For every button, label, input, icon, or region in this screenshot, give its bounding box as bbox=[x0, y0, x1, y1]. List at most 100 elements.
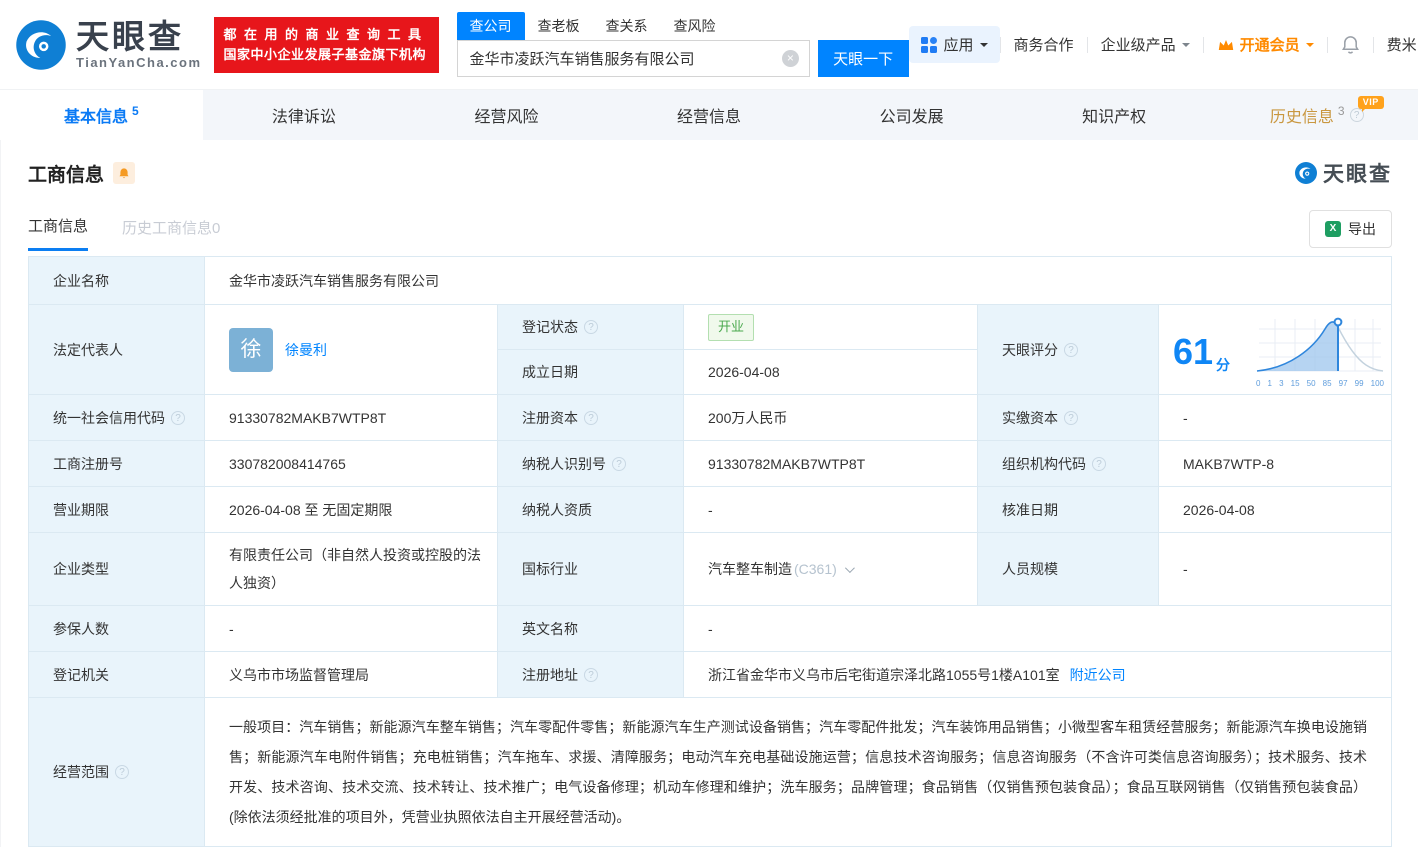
tab-operation-risk[interactable]: 经营风险 bbox=[405, 90, 608, 140]
help-icon[interactable]: ? bbox=[1092, 456, 1106, 471]
subtab-business-info[interactable]: 工商信息 bbox=[28, 215, 89, 251]
business-scope-value: 一般项目：汽车销售；新能源汽车整车销售；汽车零配件零售；新能源汽车生产测试设备销… bbox=[229, 719, 1367, 825]
field-label: 英文名称 bbox=[498, 606, 684, 651]
table-row: 企业名称 金华市凌跃汽车销售服务有限公司 bbox=[29, 257, 1391, 305]
menu-apps-label: 应用 bbox=[943, 37, 974, 54]
promo-line2: 国家中小企业发展子基金旗下机构 bbox=[223, 46, 427, 62]
subtab-history-business-info[interactable]: 历史工商信息0 bbox=[122, 217, 220, 250]
company-nav-tabs: 基本信息 5 法律诉讼 经营风险 经营信息 公司发展 知识产权 VIP 历史信息 3… bbox=[0, 90, 1418, 140]
tab-company-development[interactable]: 公司发展 bbox=[810, 90, 1013, 140]
search-area: 查公司 查老板 查关系 查风险 × 天眼一下 bbox=[456, 12, 909, 77]
chevron-down-icon[interactable] bbox=[844, 562, 855, 573]
tianyancha-logo[interactable]: 天眼查 TianYanCha.com bbox=[14, 18, 202, 72]
tab-operation-info[interactable]: 经营信息 bbox=[608, 90, 811, 140]
tianyancha-swirl-icon bbox=[16, 19, 66, 70]
chevron-down-icon bbox=[1181, 42, 1190, 51]
tab-history-info[interactable]: VIP 历史信息 3 ? bbox=[1215, 90, 1418, 140]
table-row: 企业类型 有限责任公司（非自然人投资或控股的法人独资） 国标行业 汽车整车制造(… bbox=[29, 533, 1391, 606]
score-cell: 61 分 0 1 3 15 50 85 97 99 100 bbox=[1159, 305, 1391, 394]
staff-size-value: - bbox=[1183, 561, 1188, 577]
legal-rep-link[interactable]: 徐曼利 bbox=[285, 339, 327, 361]
business-term-value: 2026-04-08 至 无固定期限 bbox=[205, 487, 498, 532]
help-icon[interactable]: ? bbox=[612, 456, 626, 471]
field-label: 企业名称 bbox=[29, 257, 205, 304]
field-label: 核准日期 bbox=[978, 487, 1159, 532]
status-badge: 开业 bbox=[708, 313, 755, 341]
org-code-value: MAKB7WTP-8 bbox=[1183, 455, 1275, 472]
table-row: 统一社会信用代码? 91330782MAKB7WTP8T 注册资本? 200万人… bbox=[29, 395, 1391, 441]
field-label: 经营范围? bbox=[29, 698, 205, 846]
taxpayer-quality-value: - bbox=[684, 487, 978, 532]
help-icon[interactable]: ? bbox=[115, 765, 129, 779]
table-row: 参保人数 - 英文名称 - bbox=[29, 606, 1391, 652]
search-tab-boss[interactable]: 查老板 bbox=[525, 12, 593, 40]
field-label: 企业类型 bbox=[29, 533, 205, 605]
field-label: 登记状态? bbox=[498, 305, 684, 349]
legal-rep-cell: 徐 徐曼利 bbox=[205, 305, 498, 394]
field-label: 登记机关 bbox=[29, 652, 205, 697]
field-label: 法定代表人 bbox=[29, 305, 205, 394]
chevron-down-icon bbox=[1305, 42, 1314, 51]
help-icon[interactable]: ? bbox=[584, 410, 598, 425]
search-tab-company[interactable]: 查公司 bbox=[456, 12, 525, 40]
search-button[interactable]: 天眼一下 bbox=[817, 40, 909, 77]
search-tab-relation[interactable]: 查关系 bbox=[593, 12, 661, 40]
help-icon[interactable]: ? bbox=[1064, 342, 1078, 357]
field-label: 注册资本? bbox=[498, 395, 684, 440]
field-label: 纳税人资质 bbox=[498, 487, 684, 532]
apps-grid-icon bbox=[920, 36, 937, 53]
vip-badge: VIP bbox=[1357, 96, 1384, 112]
field-label: 成立日期 bbox=[498, 350, 684, 394]
table-row: 法定代表人 徐 徐曼利 登记状态? 开业 成立日期 2026-04-08 天眼评… bbox=[29, 305, 1391, 395]
help-icon[interactable]: ? bbox=[171, 410, 185, 425]
logo-subtitle: TianYanCha.com bbox=[76, 54, 202, 70]
english-name-value: - bbox=[708, 620, 713, 637]
tab-legal-proceedings[interactable]: 法律诉讼 bbox=[203, 90, 406, 140]
field-label: 天眼评分? bbox=[978, 305, 1159, 394]
promo-line1: 都在用的商业查询工具 bbox=[223, 26, 429, 42]
avatar[interactable]: 徐 bbox=[229, 327, 273, 372]
notification-bell-icon[interactable] bbox=[1328, 35, 1373, 55]
score-value: 61 bbox=[1173, 330, 1214, 372]
help-icon[interactable]: ? bbox=[584, 320, 598, 334]
export-button[interactable]: X 导出 bbox=[1309, 210, 1392, 248]
menu-user[interactable]: 费米 bbox=[1374, 34, 1418, 55]
reg-authority-value: 义乌市市场监督管理局 bbox=[205, 652, 498, 697]
clear-icon[interactable]: × bbox=[781, 50, 799, 67]
crown-icon bbox=[1218, 39, 1233, 50]
field-label: 统一社会信用代码? bbox=[29, 395, 205, 440]
table-row: 登记机关 义乌市市场监督管理局 注册地址? 浙江省金华市义乌市后宅街道宗泽北路1… bbox=[29, 652, 1391, 698]
monitor-bell-icon[interactable] bbox=[113, 162, 136, 184]
score-axis-ticks: 0 1 3 15 50 85 97 99 100 bbox=[1256, 379, 1384, 388]
tab-intellectual-property[interactable]: 知识产权 bbox=[1013, 90, 1216, 140]
excel-icon: X bbox=[1325, 221, 1341, 237]
reg-status-value: 开业 bbox=[684, 305, 977, 349]
top-header: 天眼查 TianYanCha.com 都在用的商业查询工具 国家中小企业发展子基… bbox=[0, 0, 1418, 90]
help-icon[interactable]: ? bbox=[584, 667, 598, 682]
business-info-table: 企业名称 金华市凌跃汽车销售服务有限公司 法定代表人 徐 徐曼利 登记状态? 开… bbox=[28, 256, 1392, 847]
taxpayer-id-value: 91330782MAKB7WTP8T bbox=[684, 441, 978, 486]
reg-capital-value: 200万人民币 bbox=[684, 395, 978, 440]
search-input[interactable] bbox=[457, 41, 778, 76]
menu-enterprise-products[interactable]: 企业级产品 bbox=[1088, 34, 1203, 55]
field-label: 组织机构代码? bbox=[978, 441, 1159, 486]
table-row: 经营范围? 一般项目：汽车销售；新能源汽车整车销售；汽车零配件零售；新能源汽车生… bbox=[29, 698, 1391, 846]
field-label: 人员规模 bbox=[978, 533, 1159, 605]
header-menu: 应用 商务合作 企业级产品 开通会员 费米 bbox=[908, 26, 1418, 63]
search-tab-risk[interactable]: 查风险 bbox=[661, 12, 729, 40]
industry-value: 汽车整车制造 (C361) bbox=[684, 533, 978, 605]
field-label: 注册地址? bbox=[498, 652, 684, 697]
menu-open-vip[interactable]: 开通会员 bbox=[1204, 34, 1327, 55]
nearby-companies-link[interactable]: 附近公司 bbox=[1070, 664, 1126, 686]
field-label: 实缴资本? bbox=[978, 395, 1159, 440]
watermark-logo: 天眼查 bbox=[1294, 158, 1392, 188]
field-label: 纳税人识别号? bbox=[498, 441, 684, 486]
menu-apps[interactable]: 应用 bbox=[908, 26, 1000, 63]
company-type-value: 有限责任公司（非自然人投资或控股的法人独资） bbox=[205, 533, 498, 605]
tab-basic-info[interactable]: 基本信息 5 bbox=[0, 90, 203, 140]
search-tabs: 查公司 查老板 查关系 查风险 bbox=[456, 12, 909, 40]
menu-cooperation[interactable]: 商务合作 bbox=[1001, 34, 1087, 55]
help-icon[interactable]: ? bbox=[1064, 410, 1078, 425]
section-title: 工商信息 bbox=[28, 164, 105, 186]
field-label: 参保人数 bbox=[29, 606, 205, 651]
